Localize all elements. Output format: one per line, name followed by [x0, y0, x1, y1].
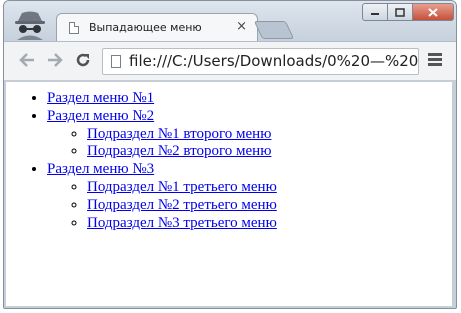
- page-content: Раздел меню №1 Раздел меню №2 Подраздел …: [6, 82, 452, 306]
- submenu-3-link-3[interactable]: Подраздел №3 третьего меню: [87, 215, 277, 231]
- browser-toolbar: file:///C:/Users/Downloads/0%20—%20%: [4, 41, 456, 81]
- menu-link-2[interactable]: Раздел меню №2: [47, 108, 154, 124]
- submenu-3-link-2[interactable]: Подраздел №2 третьего меню: [87, 197, 277, 213]
- close-icon: [428, 7, 438, 17]
- new-tab-button[interactable]: [253, 21, 295, 39]
- reload-icon[interactable]: [74, 51, 92, 69]
- minimize-icon: [371, 13, 379, 15]
- menu-item-3: Раздел меню №3 Подраздел №1 третьего мен…: [47, 161, 452, 232]
- submenu-2-item-2: Подраздел №2 второго меню: [87, 143, 452, 161]
- forward-arrow-icon[interactable]: [46, 51, 64, 69]
- active-tab[interactable]: Выпадающее меню ×: [56, 13, 258, 41]
- browser-window: Выпадающее меню × file:///C:/Users/Downl…: [3, 0, 457, 309]
- menu-link-3[interactable]: Раздел меню №3: [47, 161, 154, 177]
- address-bar[interactable]: file:///C:/Users/Downloads/0%20—%20%: [102, 48, 419, 75]
- tab-close-icon[interactable]: ×: [236, 19, 247, 34]
- file-icon: [111, 55, 121, 68]
- maximize-icon: [395, 7, 405, 17]
- menu-item-1: Раздел меню №1: [47, 90, 452, 108]
- submenu-2: Подраздел №1 второго меню Подраздел №2 в…: [47, 126, 452, 162]
- maximize-button[interactable]: [387, 3, 413, 21]
- submenu-3: Подраздел №1 третьего меню Подраздел №2 …: [47, 179, 452, 232]
- title-bar: Выпадающее меню ×: [4, 1, 456, 41]
- back-arrow-icon[interactable]: [18, 51, 36, 69]
- minimize-button[interactable]: [362, 3, 388, 21]
- submenu-3-item-3: Подраздел №3 третьего меню: [87, 215, 452, 233]
- submenu-2-item-1: Подраздел №1 второго меню: [87, 126, 452, 144]
- submenu-2-link-2[interactable]: Подраздел №2 второго меню: [87, 143, 271, 159]
- main-menu-list: Раздел меню №1 Раздел меню №2 Подраздел …: [6, 90, 452, 232]
- menu-item-2: Раздел меню №2 Подраздел №1 второго меню…: [47, 108, 452, 161]
- tab-title: Выпадающее меню: [89, 21, 202, 34]
- incognito-icon: [15, 11, 45, 40]
- menu-link-1[interactable]: Раздел меню №1: [47, 90, 154, 106]
- submenu-3-link-1[interactable]: Подраздел №1 третьего меню: [87, 179, 277, 195]
- submenu-3-item-1: Подраздел №1 третьего меню: [87, 179, 452, 197]
- close-window-button[interactable]: [412, 3, 454, 21]
- page-icon: [69, 22, 79, 34]
- submenu-2-link-1[interactable]: Подраздел №1 второго меню: [87, 126, 271, 142]
- chrome-menu-icon[interactable]: [428, 53, 442, 68]
- address-url: file:///C:/Users/Downloads/0%20—%20%: [129, 52, 419, 70]
- submenu-3-item-2: Подраздел №2 третьего меню: [87, 197, 452, 215]
